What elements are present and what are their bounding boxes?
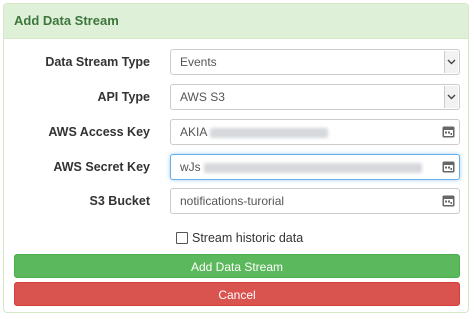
password-manager-icon[interactable] <box>442 126 455 138</box>
api-type-value: AWS S3 <box>180 90 225 104</box>
access-key-row: AWS Access Key AKIA <box>4 119 470 145</box>
api-type-select[interactable]: AWS S3 <box>170 84 460 110</box>
access-key-redacted <box>210 127 329 138</box>
cancel-button[interactable]: Cancel <box>14 282 460 306</box>
s3-bucket-row: S3 Bucket notifications-turorial <box>4 188 470 214</box>
s3-bucket-input[interactable]: notifications-turorial <box>170 188 460 214</box>
stream-historic-label: Stream historic data <box>192 231 304 245</box>
secret-key-visible-text: wJs <box>180 160 201 174</box>
chevron-down-icon[interactable] <box>444 51 458 73</box>
stream-type-select[interactable]: Events <box>170 49 460 75</box>
panel-title: Add Data Stream <box>4 4 468 39</box>
add-data-stream-button[interactable]: Add Data Stream <box>14 254 460 278</box>
access-key-visible-text: AKIA <box>180 125 208 139</box>
password-manager-icon[interactable] <box>442 195 455 207</box>
stream-type-value: Events <box>180 55 217 69</box>
chevron-down-icon[interactable] <box>444 86 458 108</box>
stream-historic-checkbox[interactable] <box>176 232 188 244</box>
access-key-input[interactable]: AKIA <box>170 119 460 145</box>
stream-type-label: Data Stream Type <box>45 55 150 69</box>
s3-bucket-value: notifications-turorial <box>180 194 285 208</box>
api-type-row: API Type AWS S3 <box>4 84 470 110</box>
secret-key-label: AWS Secret Key <box>53 160 150 174</box>
add-data-stream-panel: Add Data Stream Data Stream Type Events … <box>3 3 469 313</box>
secret-key-row: AWS Secret Key wJs <box>4 154 470 180</box>
secret-key-redacted <box>203 162 422 173</box>
access-key-label: AWS Access Key <box>48 125 150 139</box>
stream-historic-option[interactable]: Stream historic data <box>176 230 303 246</box>
secret-key-input[interactable]: wJs <box>170 154 460 180</box>
password-manager-icon[interactable] <box>442 161 455 173</box>
api-type-label: API Type <box>97 90 150 104</box>
s3-bucket-label: S3 Bucket <box>89 194 150 208</box>
stream-type-row: Data Stream Type Events <box>4 49 470 75</box>
